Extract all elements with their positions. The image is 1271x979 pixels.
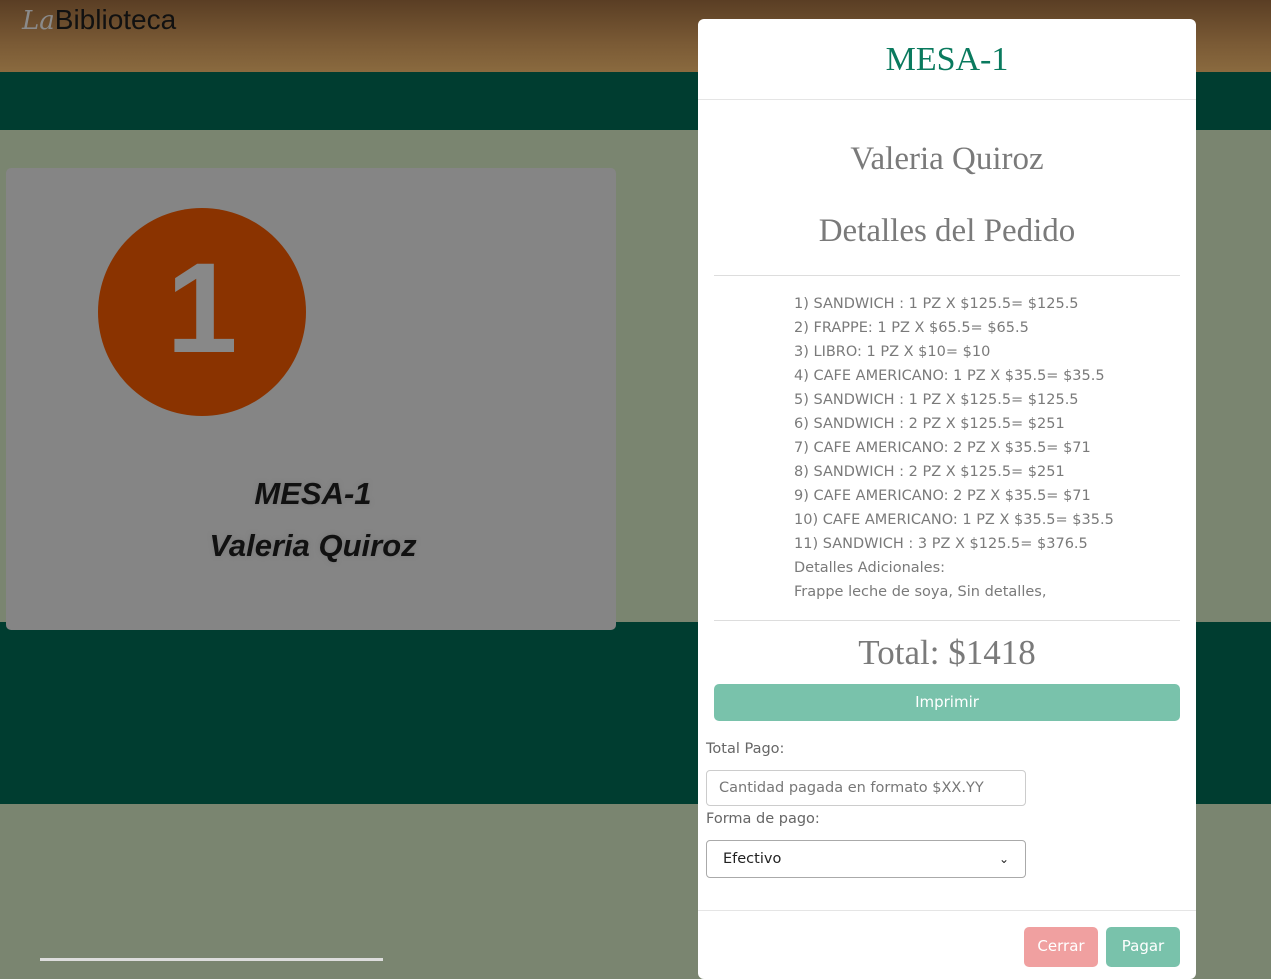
modal-footer-divider — [698, 910, 1196, 911]
card-client-name: Valeria Quiroz — [209, 528, 417, 563]
modal-title: MESA-1 — [885, 41, 1009, 78]
close-button[interactable]: Cerrar — [1024, 927, 1098, 967]
payment-amount-input[interactable] — [706, 770, 1026, 806]
order-details-title: Detalles del Pedido — [818, 213, 1076, 249]
order-items-list: 1) SANDWICH : 1 PZ X $125.5= $125.5 2) F… — [794, 292, 1174, 604]
modal-client-name: Valeria Quiroz — [850, 141, 1044, 177]
payment-method-label: Forma de pago: — [706, 811, 820, 827]
logo-prefix: La — [22, 6, 55, 36]
list-item: 5) SANDWICH : 1 PZ X $125.5= $125.5 — [794, 392, 1079, 408]
pay-button[interactable]: Pagar — [1106, 927, 1180, 967]
list-item: 11) SANDWICH : 3 PZ X $125.5= $376.5 — [794, 536, 1088, 552]
chevron-down-icon: ⌄ — [998, 852, 1009, 866]
list-item: 7) CAFE AMERICANO: 2 PZ X $35.5= $71 — [794, 440, 1091, 456]
payment-method-select[interactable]: Efectivo ⌄ — [706, 840, 1026, 878]
list-item: 4) CAFE AMERICANO: 1 PZ X $35.5= $35.5 — [794, 368, 1105, 384]
additional-details-text: Frappe leche de soya, Sin detalles, — [794, 584, 1047, 600]
payment-amount-label: Total Pago: — [706, 741, 785, 757]
print-button[interactable]: Imprimir — [714, 684, 1180, 721]
list-item: 8) SANDWICH : 2 PZ X $125.5= $251 — [794, 464, 1065, 480]
logo[interactable]: La Biblioteca — [22, 4, 176, 36]
logo-text: Biblioteca — [54, 4, 177, 35]
additional-details-label: Detalles Adicionales: — [794, 560, 946, 576]
modal-header: MESA-1 — [698, 19, 1196, 100]
table-number-badge: 1 — [98, 208, 306, 416]
table-card[interactable]: 1 MESA-1 Valeria Quiroz — [6, 168, 616, 630]
list-item: 6) SANDWICH : 2 PZ X $125.5= $251 — [794, 416, 1065, 432]
order-modal: MESA-1 Valeria Quiroz Detalles del Pedid… — [698, 19, 1196, 979]
list-item: 2) FRAPPE: 1 PZ X $65.5= $65.5 — [794, 320, 1029, 336]
table-number: 1 — [166, 237, 238, 380]
list-item: 1) SANDWICH : 1 PZ X $125.5= $125.5 — [794, 296, 1079, 312]
divider — [714, 275, 1180, 276]
divider — [714, 620, 1180, 621]
card-table-title: MESA-1 — [254, 476, 372, 511]
payment-method-value: Efectivo — [723, 851, 782, 867]
list-item: 9) CAFE AMERICANO: 2 PZ X $35.5= $71 — [794, 488, 1091, 504]
list-item: 3) LIBRO: 1 PZ X $10= $10 — [794, 344, 991, 360]
order-total: Total: $1418 — [858, 633, 1036, 672]
list-item: 10) CAFE AMERICANO: 1 PZ X $35.5= $35.5 — [794, 512, 1114, 528]
